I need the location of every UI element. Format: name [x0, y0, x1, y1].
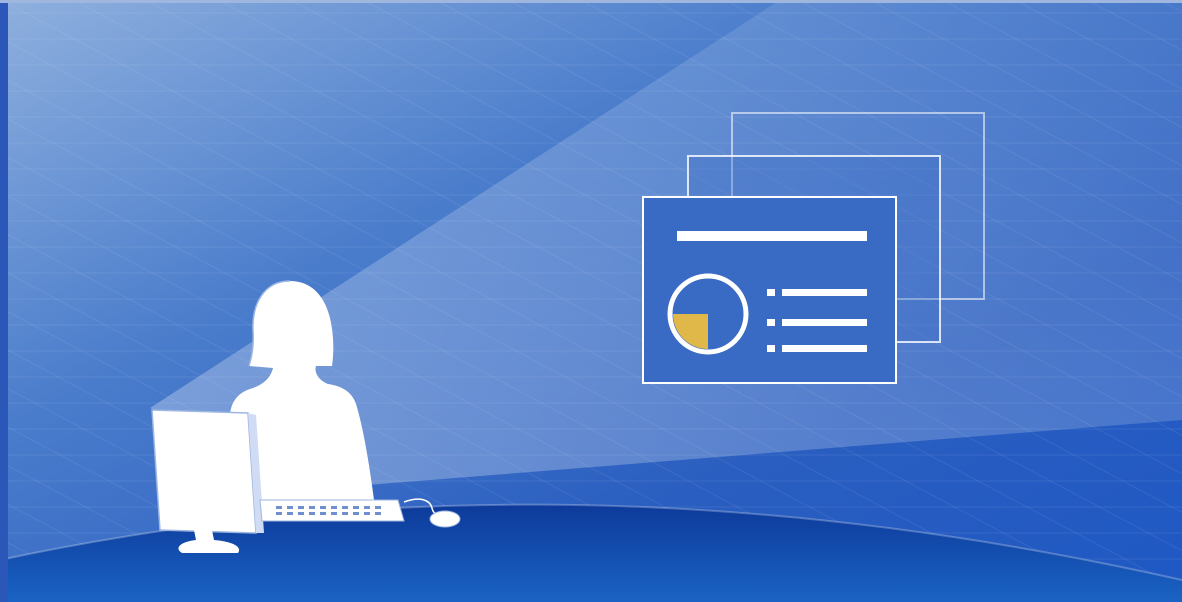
mouse-body — [429, 510, 461, 528]
keyboard-icon — [259, 499, 405, 522]
bullet-line-1 — [782, 289, 867, 296]
left-frame-edge — [0, 0, 8, 602]
top-frame-edge — [0, 0, 1182, 3]
presentation-illustration — [0, 0, 1182, 602]
bullet-line-3 — [782, 345, 867, 352]
bullet-3 — [767, 345, 775, 352]
monitor-screen — [151, 409, 257, 534]
bullet-1 — [767, 289, 775, 296]
illustration-canvas — [0, 0, 1182, 602]
bullet-line-2 — [782, 319, 867, 326]
bullet-2 — [767, 319, 775, 326]
slide-title-bar — [677, 231, 867, 241]
keyboard-body — [259, 499, 405, 522]
